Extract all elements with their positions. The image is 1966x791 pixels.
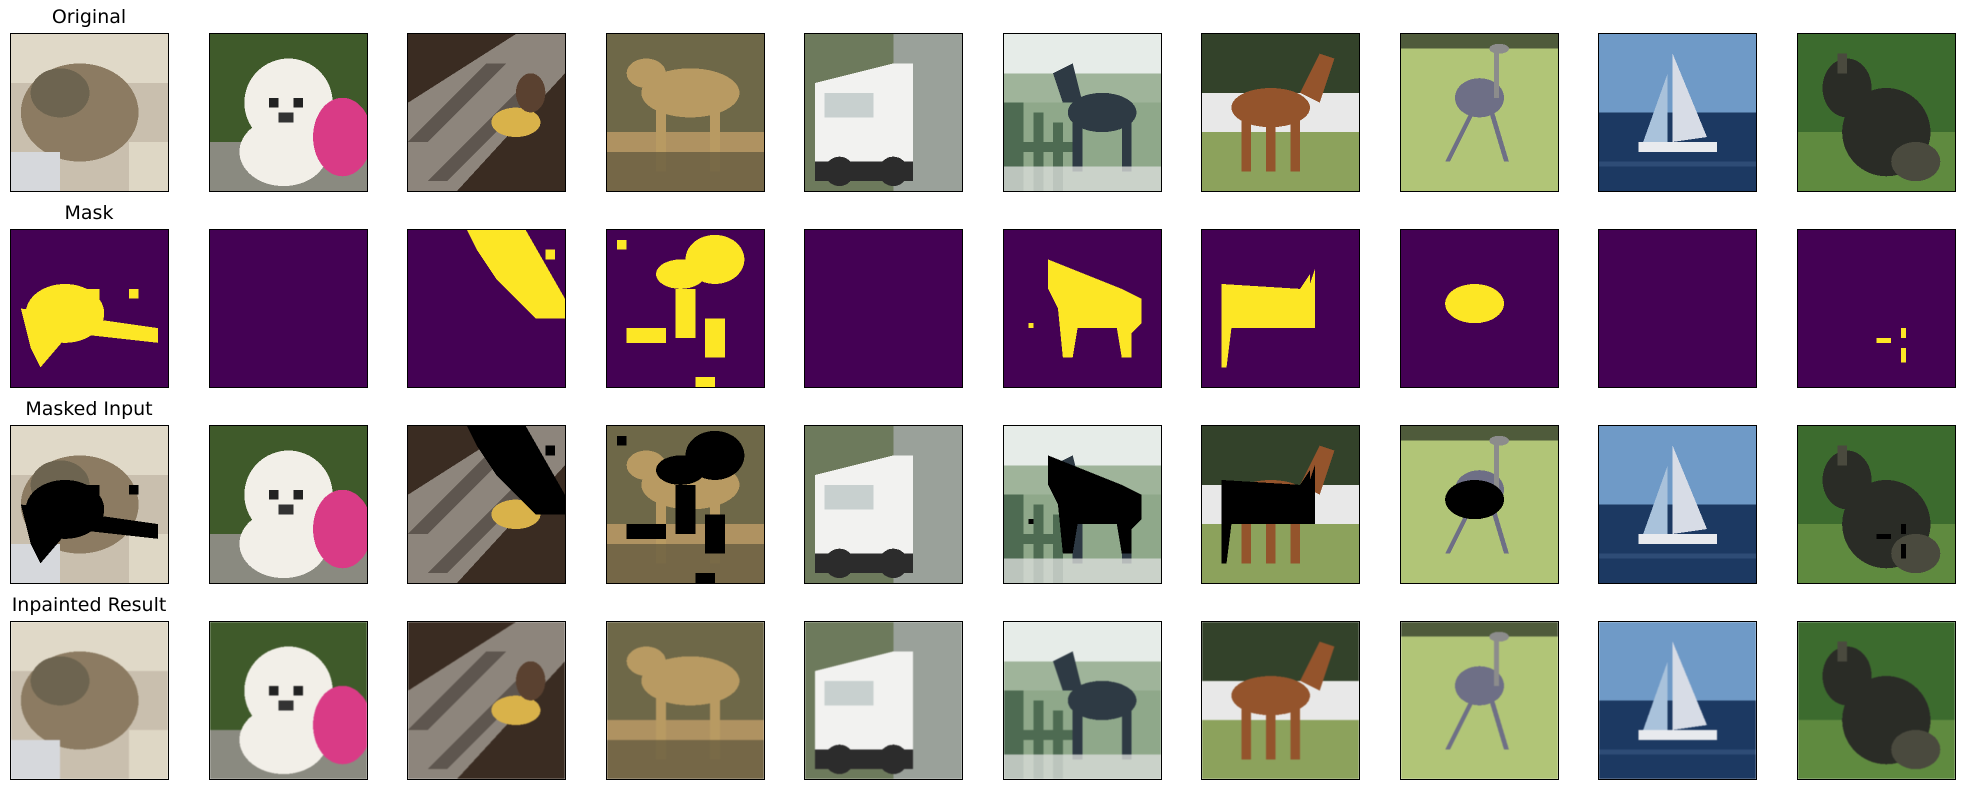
- mask-cat: [10, 229, 169, 388]
- figure-grid: Original Mask Masked Input Inpainted Res…: [0, 0, 1966, 791]
- deer-image: [606, 33, 765, 192]
- mask-bird: [407, 229, 566, 388]
- inpainted-brown-horse: [1201, 621, 1360, 780]
- mask-brown-horse: [1201, 229, 1360, 388]
- inpainted-dark-animal: [1797, 621, 1956, 780]
- inpainted-sailboat: [1598, 621, 1757, 780]
- inpainted-deer: [606, 621, 765, 780]
- masked-brown-horse: [1201, 425, 1360, 584]
- masked-sailboat: [1598, 425, 1757, 584]
- row-title-original: Original: [51, 6, 127, 28]
- sailboat-image: [1598, 33, 1757, 192]
- masked-puppy: [209, 425, 368, 584]
- masked-dark-animal: [1797, 425, 1956, 584]
- cat-image: [10, 33, 169, 192]
- masked-horse-at-fence: [1003, 425, 1162, 584]
- row-title-inpainted-result: Inpainted Result: [11, 594, 167, 616]
- dark-animal-image: [1797, 33, 1956, 192]
- truck-image: [804, 33, 963, 192]
- mask-truck-empty: [804, 229, 963, 388]
- masked-cat: [10, 425, 169, 584]
- inpainted-bird: [407, 621, 566, 780]
- mask-dark-animal: [1797, 229, 1956, 388]
- mask-puppy-empty: [209, 229, 368, 388]
- mask-ostrich: [1400, 229, 1559, 388]
- mask-deer: [606, 229, 765, 388]
- inpainted-ostrich: [1400, 621, 1559, 780]
- masked-truck: [804, 425, 963, 584]
- horse-at-fence-image: [1003, 33, 1162, 192]
- inpainted-puppy: [209, 621, 368, 780]
- bird-on-stairs-image: [407, 33, 566, 192]
- mask-sailboat-empty: [1598, 229, 1757, 388]
- puppy-image: [209, 33, 368, 192]
- masked-ostrich: [1400, 425, 1559, 584]
- masked-bird: [407, 425, 566, 584]
- mask-horse-at-fence: [1003, 229, 1162, 388]
- inpainted-horse-at-fence: [1003, 621, 1162, 780]
- brown-horse-image: [1201, 33, 1360, 192]
- row-title-masked-input: Masked Input: [25, 398, 153, 420]
- inpainted-cat: [10, 621, 169, 780]
- inpainted-truck: [804, 621, 963, 780]
- masked-deer: [606, 425, 765, 584]
- ostrich-image: [1400, 33, 1559, 192]
- row-title-mask: Mask: [64, 202, 114, 224]
